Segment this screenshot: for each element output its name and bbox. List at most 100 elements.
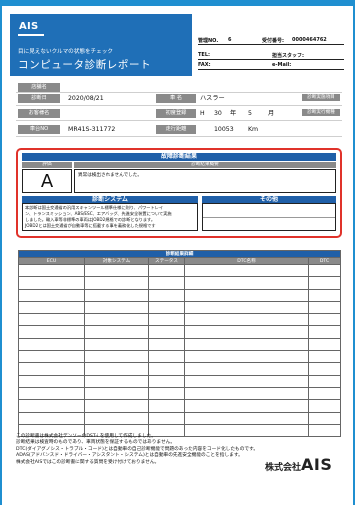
table-cell [84,325,149,339]
mileage-label: 走行距離 [156,125,196,134]
table-cell [307,423,342,438]
row-divider [16,105,342,106]
table-cell [307,399,342,413]
table-row [18,276,342,290]
detail-title: 診断結果詳細 [17,250,342,258]
table-cell [148,263,185,278]
table-cell [184,411,309,425]
table-cell [18,411,85,425]
logo-underline [18,34,44,36]
table-cell [307,325,342,339]
table-cell [184,374,309,388]
table-cell [148,411,185,425]
mileage-unit: Km [248,126,259,133]
table-cell [148,374,185,388]
chassis-value: MR41S-311772 [68,126,116,133]
table-cell [307,313,342,327]
table-row [18,300,342,315]
table-cell [184,386,309,401]
table-cell [84,313,149,327]
system-line-2: ン、トランスミッション、ABS/ESC、エアバッグ、先進安全装置について実施 [25,211,172,216]
table-row [18,325,342,339]
kanri-no-label: 管理NO. [198,38,219,44]
table-cell [184,288,309,302]
table-cell [307,288,342,302]
table-cell [148,399,185,413]
row-divider [16,92,342,93]
table-cell [148,313,185,327]
chip-diagnostic-device: 診断実行機種 [302,109,340,116]
table-cell [18,362,85,376]
store-label: 店舗名 [18,83,60,92]
note-line: 株式会社AISではこの診断書に関する質問を受け付けておりません。 [16,459,160,465]
summary-box: 異常は検出されませんでした。 [74,169,336,193]
table-cell [184,325,309,339]
customer-label: お客様名 [18,109,60,118]
table-cell [84,288,149,302]
table-cell [18,313,85,327]
table-cell [148,288,185,302]
table-cell [84,411,149,425]
table-cell [18,325,85,339]
col-dtc-name: DTC名称 [184,257,309,265]
table-cell [184,399,309,413]
mileage-value: 10053 [214,126,234,133]
table-cell [184,362,309,376]
table-row [18,337,342,352]
table-row [18,350,342,364]
table-cell [307,411,342,425]
chassis-label: 車台NO [18,125,60,134]
staff-label: 担当スタッフ: [272,53,305,59]
system-box: 本診断は国土交通省の汎用スキャンツール標準仕様に則り、パワートレイ ン、トランス… [22,203,198,231]
reg-label: 初度登録 [156,109,196,118]
table-row [18,374,342,388]
col-dtc: DTC [307,257,342,265]
table-cell [148,276,185,290]
row-divider [16,120,342,121]
table-cell [307,362,342,376]
header-rule [198,59,344,60]
table-cell [184,300,309,315]
table-cell [184,276,309,290]
system-title: 診断システム [22,196,198,203]
table-cell [84,300,149,315]
table-cell [84,263,149,278]
reg-year-unit: 年 [230,110,237,117]
table-cell [84,399,149,413]
detail-rows [18,263,342,438]
chip-inspection-items: 診断実施項目 [302,94,340,101]
uketsuke-value: 0000464762 [292,37,327,43]
other-divider [203,217,335,218]
brand-prefix: 株式会社 [265,463,302,473]
table-cell [184,263,309,278]
table-cell [148,325,185,339]
table-cell [18,337,85,352]
note-line: ADAS(アドバンスド・ドライバー・アシスタント・システム)とは自動車の先進安全… [16,453,243,459]
table-cell [184,313,309,327]
summary-label: 診断結果概要 [74,162,336,168]
table-cell [148,350,185,364]
table-cell [84,337,149,352]
table-cell [307,350,342,364]
uketsuke-label: 受付番号: [262,38,284,44]
diagnosis-result-section: 故障診断結果 評価 診断結果概要 A 異常は検出されませんでした。 診断システム… [16,148,342,238]
table-cell [148,362,185,376]
tagline: 目に見えないクルマの状態をチェック [18,49,113,55]
table-row [18,399,342,413]
table-cell [184,350,309,364]
row-divider [16,136,342,137]
table-cell [184,337,309,352]
other-title: その他 [202,196,336,203]
table-cell [84,362,149,376]
fax-label: FAX: [198,62,211,68]
system-line-1: 本診断は国土交通省の汎用スキャンツール標準仕様に則り、パワートレイ [25,205,164,210]
detail-table: 診断結果詳細 ECU 対象システム ステータス DTC名称 DTC [17,250,342,438]
table-cell [307,337,342,352]
company-brand: 株式会社AIS [265,455,332,474]
system-line-4: JOBD2とは国土交通省が自動車等に搭載する事を義務化した規格です [25,223,156,228]
table-cell [307,386,342,401]
table-cell [307,300,342,315]
tel-label: TEL: [198,52,211,58]
reg-year: 30 [214,110,222,117]
col-ecu: ECU [18,257,85,265]
